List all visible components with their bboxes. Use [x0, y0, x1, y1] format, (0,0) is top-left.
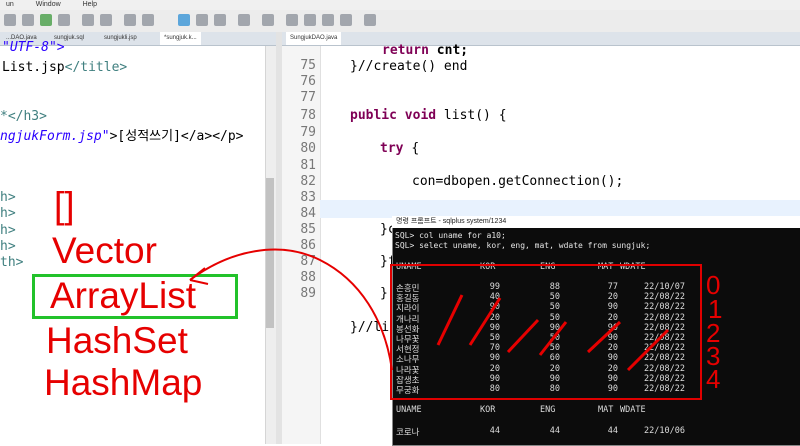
- annotation-strokes: [189, 248, 670, 372]
- slash-mark: [436, 294, 464, 346]
- slash-mark: [538, 321, 568, 356]
- slash-mark: [626, 328, 670, 372]
- slash-mark: [586, 320, 622, 354]
- index-label: 4: [706, 364, 721, 394]
- slash-mark: [468, 297, 502, 346]
- slash-mark: [506, 318, 540, 354]
- arrow-curve: [189, 248, 393, 371]
